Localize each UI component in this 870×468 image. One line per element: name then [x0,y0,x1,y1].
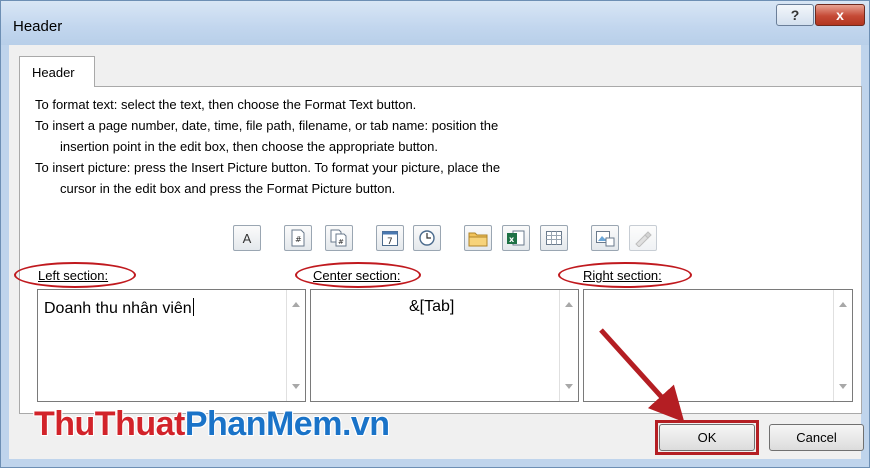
site-watermark: ThuThuatPhanMem.vn [34,405,390,443]
annotation-arrow-icon [599,328,685,423]
tab-header[interactable]: Header [19,56,95,87]
